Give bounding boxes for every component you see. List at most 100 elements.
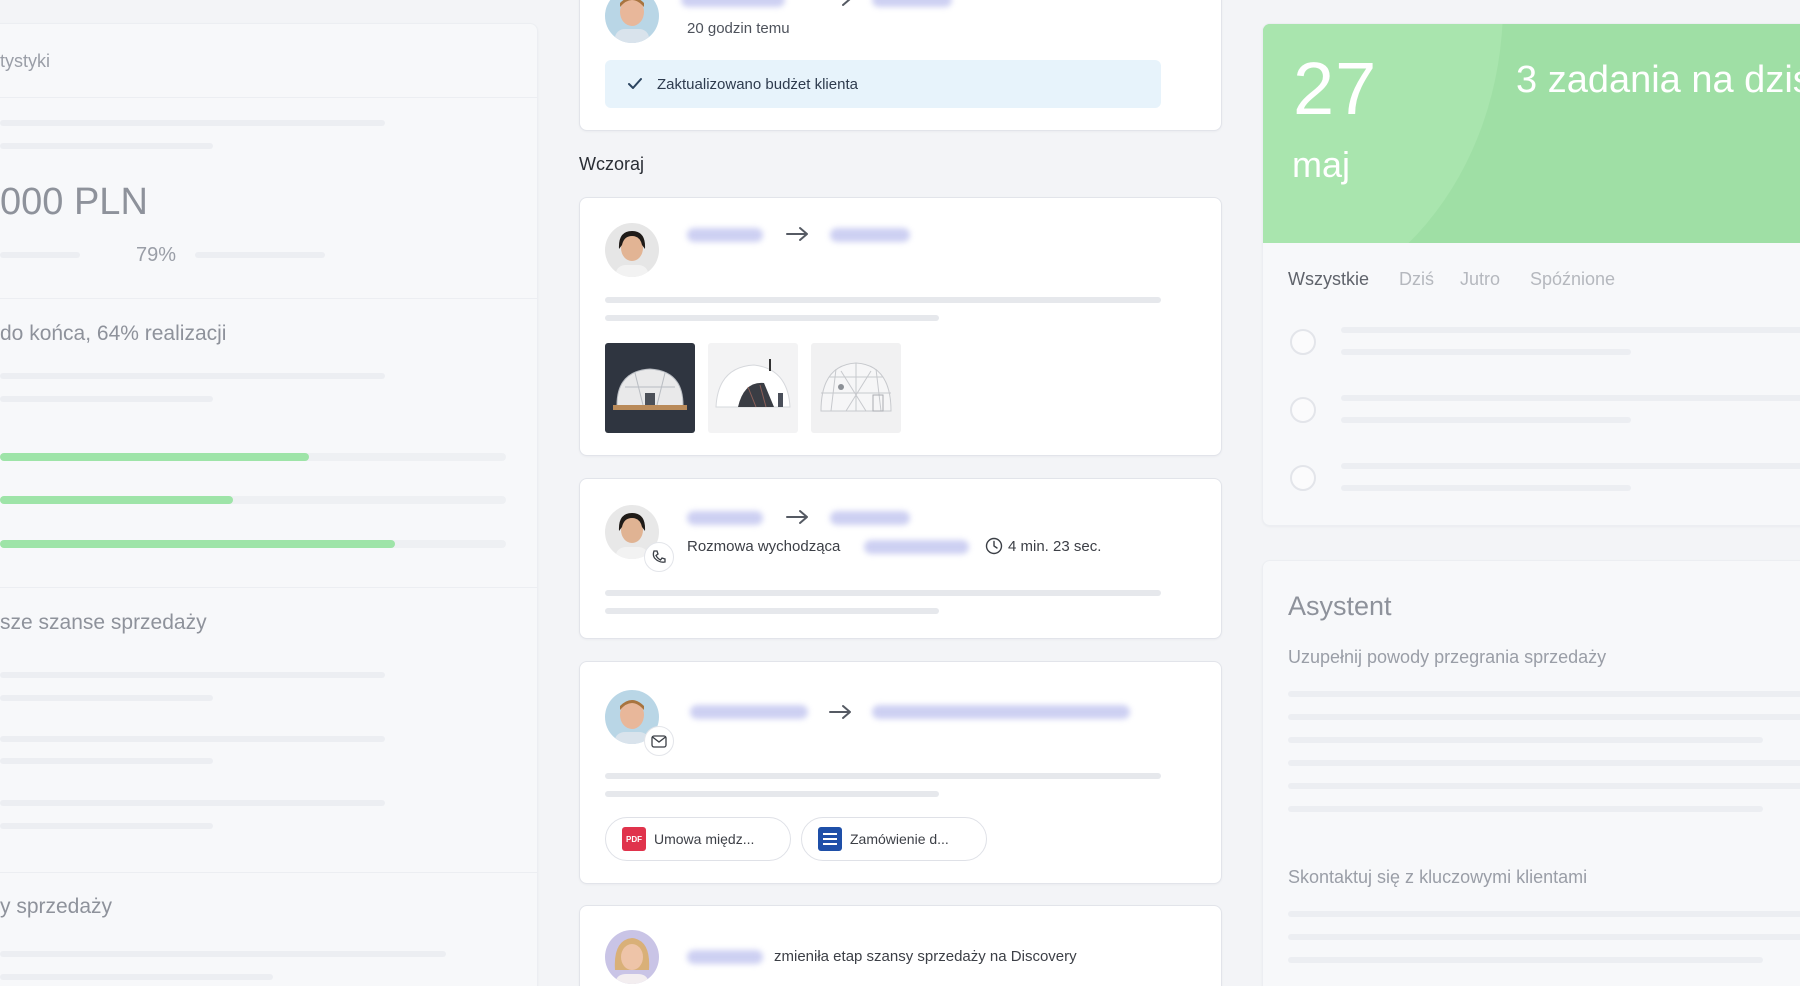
recipient-name-blurred	[872, 705, 1130, 719]
progress-bar	[0, 540, 506, 548]
mail-icon	[644, 726, 674, 756]
placeholder-line	[605, 590, 1161, 596]
clock-icon	[985, 537, 1003, 555]
date-month: maj	[1292, 144, 1351, 185]
placeholder-line	[0, 736, 385, 742]
stats-panel-header-divider	[0, 97, 537, 98]
progress-bar	[0, 496, 506, 504]
tasks-summary: 3 zadania na dziś	[1516, 59, 1800, 101]
pdf-icon: PDF	[622, 827, 646, 851]
stage-change-text: zmieniła etap szansy sprzedaży na Discov…	[774, 948, 1077, 965]
task-checkbox[interactable]	[1290, 397, 1316, 423]
placeholder-line	[1341, 463, 1800, 469]
stats-divider	[0, 587, 537, 588]
notice-text: Zaktualizowano budżet klienta	[657, 75, 858, 93]
assistant-suggestion[interactable]: Uzupełnij powody przegrania sprzedaży	[1288, 647, 1606, 668]
placeholder-line	[0, 951, 446, 957]
placeholder-line	[1341, 349, 1631, 355]
placeholder-line	[1288, 760, 1800, 766]
avatar	[605, 0, 659, 43]
stats-divider	[0, 298, 537, 299]
progress-bar-fill	[0, 453, 309, 461]
notice-banner: Zaktualizowano budżet klienta	[605, 60, 1161, 108]
company-name-blurred	[872, 0, 952, 7]
placeholder-line	[1341, 395, 1800, 401]
tasks-panel: 27 maj 3 zadania na dziś Wszystkie Dziś …	[1262, 23, 1800, 526]
author-name-blurred	[687, 950, 763, 964]
placeholder-line	[605, 773, 1161, 779]
activity-card[interactable]: Rozmowa wychodząca 4 min. 23 sec.	[579, 478, 1222, 639]
activity-card[interactable]: zmieniła etap szansy sprzedaży na Discov…	[579, 905, 1222, 986]
photo-thumbnail[interactable]	[605, 343, 695, 433]
placeholder-line	[0, 695, 213, 701]
day-label: Wczoraj	[579, 154, 645, 174]
avatar	[605, 930, 659, 984]
date-day: 27	[1293, 47, 1378, 130]
tab-tomorrow[interactable]: Jutro	[1460, 269, 1500, 290]
author-name-blurred	[687, 511, 763, 525]
placeholder-line	[0, 252, 80, 258]
assistant-suggestion[interactable]: Skontaktuj się z kluczowymi klientami	[1288, 867, 1587, 888]
placeholder-line	[1288, 714, 1800, 720]
attachment-label: Zamówienie d...	[850, 831, 949, 847]
progress-bar-fill	[0, 540, 395, 548]
attachment-chip[interactable]: PDF Umowa międz...	[605, 817, 791, 861]
check-icon	[628, 78, 642, 89]
task-checkbox[interactable]	[1290, 465, 1316, 491]
placeholder-line	[0, 823, 213, 829]
arrow-right-icon	[786, 510, 808, 524]
photo-thumbnail[interactable]	[708, 343, 798, 433]
placeholder-line	[1288, 691, 1800, 697]
placeholder-line	[0, 758, 213, 764]
placeholder-line	[605, 315, 939, 321]
placeholder-line	[0, 373, 385, 379]
author-name-blurred	[681, 0, 785, 7]
phone-icon	[644, 542, 674, 572]
placeholder-line	[1288, 806, 1763, 812]
activity-card[interactable]: 20 godzin temu Zaktualizowano budżet kli…	[579, 0, 1222, 131]
tab-today[interactable]: Dziś	[1399, 269, 1434, 290]
placeholder-line	[0, 800, 385, 806]
author-name-blurred	[690, 705, 808, 719]
photo-thumbnail[interactable]	[811, 343, 901, 433]
placeholder-line	[1288, 934, 1800, 940]
stats-panel	[0, 23, 538, 986]
company-name-blurred	[830, 228, 910, 242]
phone-number-blurred	[864, 540, 969, 554]
placeholder-line	[1341, 327, 1800, 333]
placeholder-line	[1341, 417, 1631, 423]
placeholder-line	[605, 297, 1161, 303]
activity-card[interactable]: PDF Umowa międz... Zamówienie d...	[579, 661, 1222, 884]
placeholder-line	[0, 396, 213, 402]
placeholder-line	[0, 974, 273, 980]
placeholder-line	[1341, 485, 1631, 491]
assistant-panel: Asystent Uzupełnij powody przegrania spr…	[1262, 560, 1800, 986]
author-name-blurred	[687, 228, 763, 242]
placeholder-line	[605, 608, 939, 614]
company-name-blurred	[830, 511, 910, 525]
placeholder-line	[1288, 911, 1800, 917]
activity-time: 20 godzin temu	[687, 20, 790, 37]
revenue-amount: 000 PLN	[0, 181, 148, 223]
call-duration: 4 min. 23 sec.	[1008, 538, 1102, 555]
attachment-chip[interactable]: Zamówienie d...	[801, 817, 987, 861]
sales-section-title: y sprzedaży	[0, 895, 113, 918]
tab-all[interactable]: Wszystkie	[1288, 269, 1369, 290]
placeholder-line	[1288, 737, 1763, 743]
task-checkbox[interactable]	[1290, 329, 1316, 355]
avatar	[605, 223, 659, 277]
placeholder-line	[0, 672, 385, 678]
tab-overdue[interactable]: Spóźnione	[1530, 269, 1615, 290]
activity-card[interactable]	[579, 197, 1222, 456]
placeholder-line	[1288, 957, 1763, 963]
progress-bar-fill	[0, 496, 233, 504]
realization-text: do końca, 64% realizacji	[0, 322, 227, 345]
doc-icon	[818, 827, 842, 851]
placeholder-line	[1288, 783, 1800, 789]
progress-bar	[0, 453, 506, 461]
arrow-right-icon	[829, 705, 851, 719]
placeholder-line	[195, 252, 325, 258]
arrow-right-icon	[830, 0, 851, 6]
assistant-title: Asystent	[1288, 591, 1392, 621]
best-opportunities-title: sze szanse sprzedaży	[0, 611, 207, 634]
